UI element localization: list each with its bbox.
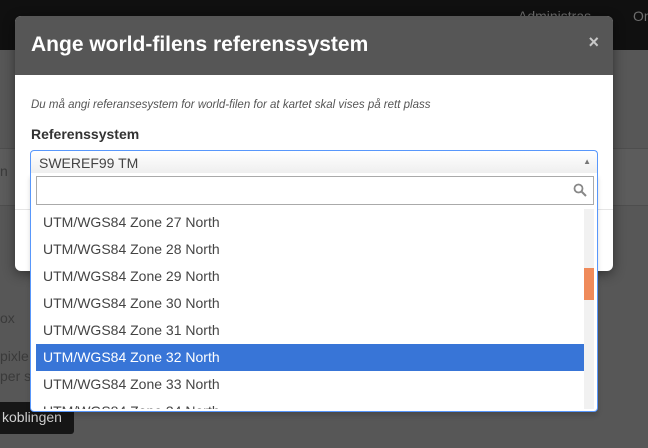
nav-item-other[interactable]: Om [633, 8, 648, 24]
result-item[interactable]: UTM/WGS84 Zone 33 North [36, 371, 584, 398]
background-text: ox [0, 310, 15, 326]
scrollbar-thumb[interactable] [584, 268, 594, 300]
result-item[interactable]: UTM/WGS84 Zone 31 North [36, 317, 584, 344]
close-icon[interactable]: × [588, 33, 599, 51]
modal-title: Ange world-filens referenssystem [31, 33, 369, 56]
modal-hint: Du må angi referansesystem for world-fil… [31, 99, 431, 111]
select-value: SWEREF99 TM [39, 155, 139, 171]
result-item[interactable]: UTM/WGS84 Zone 27 North [36, 209, 584, 236]
field-label: Referenssystem [31, 126, 140, 142]
modal-header: Ange world-filens referenssystem × [15, 16, 613, 75]
background-text: n [0, 163, 8, 179]
background-text: pixle [0, 348, 29, 364]
search-field[interactable] [36, 176, 594, 205]
select-dropdown: UTM/WGS84 Zone 27 North UTM/WGS84 Zone 28… [30, 173, 598, 412]
background-text: per s [0, 368, 32, 384]
result-item[interactable]: UTM/WGS84 Zone 28 North [36, 236, 584, 263]
results-list: UTM/WGS84 Zone 27 North UTM/WGS84 Zone 28… [36, 209, 584, 409]
search-input[interactable] [37, 177, 567, 204]
reference-system-select[interactable]: SWEREF99 TM ▲ [30, 150, 598, 174]
search-icon [573, 183, 587, 197]
result-item[interactable]: UTM/WGS84 Zone 34 North [36, 398, 584, 409]
result-item[interactable]: UTM/WGS84 Zone 30 North [36, 290, 584, 317]
result-item[interactable]: UTM/WGS84 Zone 29 North [36, 263, 584, 290]
results-scrollbar[interactable] [584, 209, 594, 409]
result-item[interactable]: UTM/WGS84 Zone 32 North [36, 344, 584, 371]
arrow-up-icon[interactable]: ▲ [583, 157, 591, 166]
